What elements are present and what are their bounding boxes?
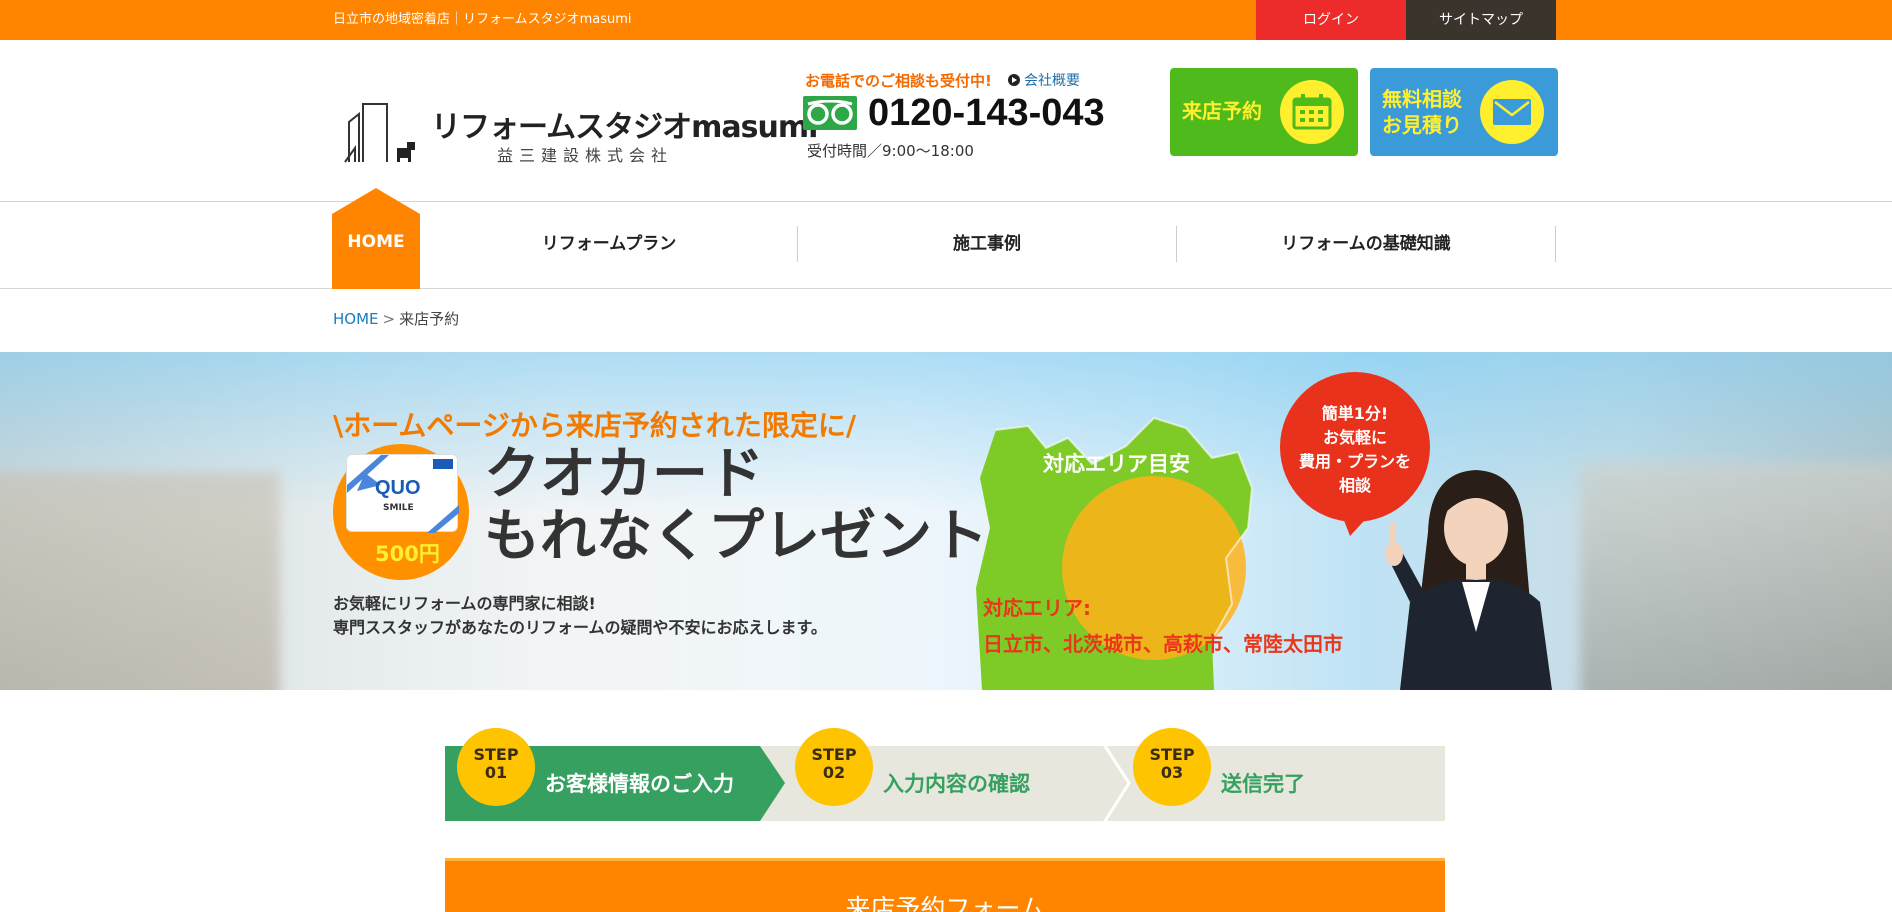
step-1-word: STEP (473, 745, 519, 764)
quo-logo: QUO (375, 477, 421, 499)
freedial-icon (803, 96, 857, 130)
reservation-form-header: 来店予約フォーム (445, 858, 1445, 912)
nav-reform-plan[interactable]: リフォームプラン (420, 226, 798, 262)
visit-reservation-label: 来店予約 (1182, 99, 1262, 123)
hero-title: クオカード もれなくプレゼント (484, 442, 988, 569)
area-map-label: 対応エリア目安 (1043, 452, 1190, 476)
hero-headline: \ホームページから来店予約された限定に/ (333, 409, 857, 442)
step-2-word: STEP (811, 745, 857, 764)
quo-smile: SMILE (383, 503, 414, 513)
breadcrumb-separator: > (382, 310, 396, 328)
visit-reservation-button[interactable]: 来店予約 (1170, 68, 1358, 156)
step-chevron-icon (1103, 746, 1131, 821)
nav-home-label: HOME (347, 232, 405, 252)
logo-name: リフォームスタジオmasumi (431, 110, 818, 145)
breadcrumb-home[interactable]: HOME (333, 310, 379, 328)
free-estimate-button[interactable]: 無料相談 お見積り (1370, 68, 1558, 156)
step-3-word: STEP (1149, 745, 1195, 764)
step-1-badge: STEP 01 (457, 728, 535, 806)
sitemap-button[interactable]: サイトマップ (1406, 0, 1556, 40)
nav-case-studies[interactable]: 施工事例 (798, 226, 1176, 262)
reservation-form-title: 来店予約フォーム (845, 894, 1045, 912)
house-background-right (1580, 462, 1892, 690)
site-logo[interactable]: リフォームスタジオmasumi 益三建設株式会社 (343, 98, 818, 165)
business-hours: 受付時間／9:00〜18:00 (807, 142, 974, 160)
top-bar: 日立市の地域密着店｜リフォームスタジオmasumi ログイン サイトマップ (0, 0, 1892, 40)
step-3-number: 03 (1160, 763, 1184, 782)
step-2-number: 02 (822, 763, 846, 782)
campaign-hero: \ホームページから来店予約された限定に/ QUO SMILE 500円 クオカー… (0, 352, 1892, 690)
arrow-circle-icon (1008, 74, 1020, 86)
breadcrumb: HOME > 来店予約 (333, 308, 459, 329)
free-estimate-label: 無料相談 お見積り (1382, 87, 1462, 137)
company-profile-label: 会社概要 (1024, 73, 1080, 89)
hero-description: お気軽にリフォームの専門家に相談! 専門ススタッフがあなたのリフォームの疑問や不… (333, 594, 827, 637)
step-1-number: 01 (484, 763, 508, 782)
step-1-label: お客様情報のご入力 (545, 772, 734, 796)
nav-border-top (0, 201, 1892, 202)
step-3-badge: STEP 03 (1133, 728, 1211, 806)
site-tagline: 日立市の地域密着店｜リフォームスタジオmasumi (333, 12, 632, 27)
phone-consult-note: お電話でのご相談も受付中! (805, 72, 992, 90)
service-area-list: 日立市、北茨城市、高萩市、常陸太田市 (983, 632, 1343, 656)
staff-person-illustration (1385, 470, 1552, 690)
step-3-label: 送信完了 (1221, 772, 1305, 796)
breadcrumb-current: 来店予約 (399, 310, 460, 328)
quo-card-image: QUO SMILE (346, 454, 459, 533)
phone-number[interactable]: 0120-143-043 (868, 92, 1105, 135)
form-step-indicator: STEP 01 お客様情報のご入力 STEP 02 入力内容の確認 STEP 0… (445, 728, 1445, 821)
quo-amount: 500円 (375, 542, 440, 566)
building-logo-icon (344, 103, 415, 163)
mail-icon (1493, 99, 1531, 125)
nav-separator (1555, 226, 1556, 262)
nav-reform-basics[interactable]: リフォームの基礎知識 (1177, 226, 1555, 262)
logo-company: 益三建設株式会社 (497, 146, 674, 165)
login-button[interactable]: ログイン (1256, 0, 1406, 40)
house-background-left (0, 472, 280, 690)
service-area-title: 対応エリア: (983, 596, 1091, 620)
calendar-icon (1292, 94, 1332, 130)
nav-border-bottom (0, 288, 1892, 289)
nav-home[interactable]: HOME (332, 188, 420, 289)
step-2-label: 入力内容の確認 (883, 772, 1030, 796)
company-profile-link[interactable]: 会社概要 (1008, 70, 1080, 90)
step-2-badge: STEP 02 (795, 728, 873, 806)
